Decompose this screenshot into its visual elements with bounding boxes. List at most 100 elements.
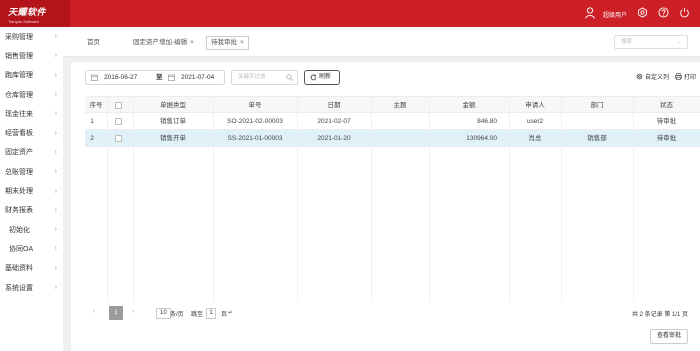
sidebar-item-basic-data[interactable]: 基础资料 › (0, 259, 63, 278)
page-size-unit: 条/页 (170, 312, 184, 318)
sidebar-item-cash[interactable]: 现金往来 › (0, 104, 63, 123)
sidebar-item-label: 销售管理 (5, 52, 33, 60)
column-divider (371, 96, 372, 301)
cell-dept (561, 113, 633, 130)
view-approval-button[interactable]: 查看审批 (650, 329, 688, 344)
col-header-subject: 主题 (393, 102, 407, 109)
tab-home[interactable]: 首页 (87, 36, 100, 50)
sidebar-item-oa[interactable]: 协同OA › (0, 239, 63, 258)
go-icon[interactable]: ↵ (228, 309, 233, 316)
select-all-checkbox[interactable] (115, 102, 122, 109)
row-checkbox[interactable] (115, 118, 122, 125)
user-icon[interactable] (585, 7, 595, 19)
cell-code: SO-2021-02-00003 (227, 118, 283, 125)
settings-icon[interactable] (637, 7, 648, 18)
sidebar-item-cross-warehouse[interactable]: 跑库管理 › (0, 66, 63, 85)
sidebar-item-label: 财务报表 (5, 207, 33, 215)
cell-status: 待审批 (656, 135, 677, 142)
sidebar-item-warehouse[interactable]: 仓库管理 › (0, 85, 63, 104)
help-icon[interactable] (658, 7, 669, 18)
power-icon[interactable] (679, 7, 690, 18)
date-range-picker[interactable]: 2016-06-27 至 2021-07-04 (85, 70, 225, 85)
row-checkbox[interactable] (115, 135, 122, 142)
jump-label: 跳至 (191, 312, 204, 318)
tab-pending-approval[interactable]: 待我审批 × (206, 36, 249, 50)
print-label: 打印 (684, 75, 697, 81)
chevron-right-icon: › (54, 245, 57, 253)
date-to[interactable]: 2021-07-04 (181, 71, 214, 84)
sidebar-item-sales[interactable]: 销售管理 › (0, 46, 63, 65)
chevron-right-icon: › (54, 168, 57, 176)
chevron-right-icon: › (54, 226, 57, 234)
column-divider (633, 96, 634, 301)
column-divider (429, 96, 430, 301)
sidebar-item-label: 基础资料 (5, 265, 33, 273)
calendar-icon (91, 74, 98, 81)
column-divider (561, 96, 562, 301)
chevron-down-icon: ⌄ (677, 39, 682, 45)
column-divider (297, 96, 298, 301)
chevron-right-icon: › (54, 52, 57, 60)
tab-label: 固定资产增加-编辑 (133, 39, 188, 46)
tabs-bar: 首页 固定资产增加-编辑 × 待我审批 × 搜索 ⌄ (63, 27, 700, 57)
sidebar-item-label: 采购管理 (5, 33, 33, 41)
user-name[interactable]: 超级用户 (603, 10, 627, 19)
close-icon[interactable]: × (190, 39, 194, 46)
chevron-right-icon: › (54, 71, 57, 79)
refresh-button[interactable]: 刷新 (304, 70, 340, 85)
sidebar: 采购管理 › 销售管理 › 跑库管理 › 仓库管理 › 现金往来 › 经营看板 › 固定资产… (0, 27, 63, 351)
main-panel: 2016-06-27 至 2021-07-04 关键字过滤 刷新 自定义列 打印… (71, 62, 700, 351)
keyword-filter-input[interactable]: 关键字过滤 (231, 70, 298, 85)
cell-dept: 销售部 (587, 135, 607, 142)
cell-date: 2021-01-20 (317, 135, 351, 142)
column-divider (107, 96, 108, 301)
total-records: 共 2 条记录 第 1/1 页 (631, 312, 688, 318)
cell-status: 待审批 (656, 118, 677, 125)
sidebar-item-label: 系统设置 (5, 284, 33, 292)
prev-page-button[interactable]: ‹ (93, 308, 95, 315)
custom-columns-button[interactable]: 自定义列 (636, 72, 669, 81)
table-row[interactable]: 2 销售开单 SS-2021-01-00003 2021-01-20 13096… (85, 130, 700, 147)
sidebar-item-purchase[interactable]: 采购管理 › (0, 27, 63, 46)
cell-applicant: 肖总 (528, 135, 542, 142)
sidebar-item-ledger[interactable]: 总账管理 › (0, 162, 63, 181)
cell-no: 2 (90, 135, 94, 142)
sidebar-item-label: 总账管理 (5, 168, 33, 176)
logo[interactable]: 天耀软件 Tianyao Software (0, 0, 70, 27)
date-from[interactable]: 2016-06-27 (104, 71, 137, 84)
jump-page-input[interactable]: 1 (206, 308, 216, 319)
chevron-right-icon: › (54, 33, 57, 41)
sidebar-item-label: 经营看板 (5, 130, 33, 138)
tab-search-select[interactable]: 搜索 ⌄ (614, 35, 688, 49)
sidebar-item-init[interactable]: 初始化 › (0, 220, 63, 239)
close-icon[interactable]: × (240, 39, 244, 46)
custom-columns-label: 自定义列 (645, 75, 670, 81)
cell-date: 2021-02-07 (317, 118, 351, 125)
col-header-type: 单据类型 (160, 102, 186, 109)
search-icon[interactable] (286, 74, 293, 81)
cell-amount: 130964.00 (466, 135, 497, 142)
sidebar-item-label: 初始化 (9, 226, 30, 234)
jump-unit: 页 (221, 312, 228, 318)
table-row[interactable]: 1 销售订单 SO-2021-02-00003 2021-02-07 846.8… (85, 113, 700, 130)
cell-type: 销售开单 (160, 135, 186, 142)
sidebar-item-fixed-assets[interactable]: 固定资产 › (0, 143, 63, 162)
gear-icon (636, 73, 643, 80)
sidebar-item-period-end[interactable]: 期末处理 › (0, 181, 63, 200)
chevron-right-icon: › (54, 187, 57, 195)
print-button[interactable]: 打印 (675, 72, 696, 81)
col-header-status: 状态 (660, 102, 673, 109)
chevron-right-icon: › (54, 91, 57, 99)
col-header-dept: 部门 (590, 102, 604, 109)
sidebar-item-dashboard[interactable]: 经营看板 › (0, 123, 63, 142)
cell-subject (371, 113, 429, 130)
page-size-select[interactable]: 10 (156, 308, 171, 319)
tab-fixed-asset-edit[interactable]: 固定资产增加-编辑 × (133, 36, 194, 50)
sidebar-item-reports[interactable]: 财务报表 › (0, 201, 63, 220)
brand-name: 天耀软件 (8, 7, 47, 17)
cell-no: 1 (90, 118, 94, 125)
col-header-code: 单号 (248, 102, 262, 109)
current-page-button[interactable]: 1 (109, 306, 123, 320)
sidebar-item-system[interactable]: 系统设置 › (0, 278, 63, 297)
next-page-button[interactable]: › (132, 308, 134, 315)
